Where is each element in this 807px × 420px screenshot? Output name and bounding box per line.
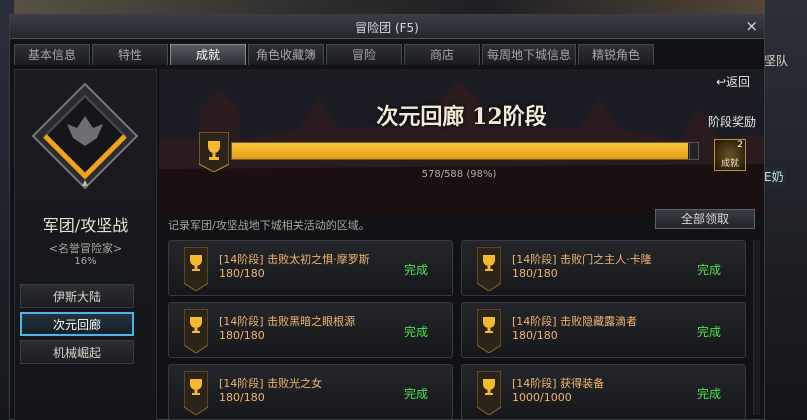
achievement-card[interactable]: [14阶段] 击败隐藏露滴者 180/180 完成	[461, 302, 746, 358]
achievement-status: 完成	[697, 325, 722, 339]
achievement-scrollbar[interactable]	[753, 240, 760, 415]
achievement-progress: 1000/1000	[512, 391, 572, 404]
achievement-title: [14阶段] 击败黑暗之眼根源	[219, 315, 356, 328]
category-name: 军团/攻坚战	[42, 216, 129, 235]
window-title: 冒险团 (F5)	[355, 21, 419, 35]
progress-bar-end	[689, 142, 699, 160]
achievement-card[interactable]: [14阶段] 击败光之女 180/180 完成	[168, 364, 453, 420]
back-button[interactable]: ↩返回	[716, 73, 750, 90]
achievement-badge-icon	[477, 371, 501, 415]
title-bar[interactable]: 冒险团 (F5) ×	[10, 15, 764, 39]
tab-weekly-dungeon[interactable]: 每周地下城信息	[482, 44, 577, 65]
tab-bar: 基本信息 特性 成就 角色收藏簿 冒险 商店 每周地下城信息 精锐角色	[14, 44, 655, 66]
achievement-badge-icon	[184, 247, 208, 291]
achievement-title: [14阶段] 击败门之主人·卡隆	[512, 253, 652, 266]
background-text: E奶	[762, 168, 786, 185]
achievement-card[interactable]: [14阶段] 击败门之主人·卡隆 180/180 完成	[461, 240, 746, 296]
tab-elite-character[interactable]: 精锐角色	[578, 44, 655, 65]
stage-reward-label: 阶段奖励	[707, 115, 756, 129]
stage-title: 次元回廊 12阶段	[376, 104, 547, 130]
description-text: 记录军团/攻坚战地下城相关活动的区域。	[168, 219, 370, 232]
achievement-card[interactable]: [14阶段] 击败黑暗之眼根源 180/180 完成	[168, 302, 453, 358]
achievement-badge-icon	[477, 247, 501, 291]
achievement-card[interactable]: [14阶段] 获得装备 1000/1000 完成	[461, 364, 746, 420]
achievement-status: 完成	[404, 325, 429, 339]
adventure-team-window: 冒险团 (F5) × 基本信息 特性 成就 角色收藏簿 冒险 商店 每周地下城信…	[9, 14, 765, 420]
tab-traits[interactable]: 特性	[92, 44, 168, 65]
screen: 坚队 E奶 冒险团 (F5) × 基本信息 特性 成就 角色收藏簿 冒险 商店 …	[0, 0, 807, 420]
background-scene-top	[0, 0, 807, 14]
achievement-status: 完成	[697, 263, 722, 277]
stage-reward-box[interactable]: 2 成就	[714, 139, 746, 171]
achievement-status: 完成	[404, 263, 429, 277]
achievement-progress: 180/180	[219, 391, 265, 404]
tab-adventure[interactable]: 冒险	[326, 44, 402, 65]
tab-basic-info[interactable]: 基本信息	[14, 44, 90, 65]
achievement-panel: ↩返回 次元回廊 12阶段 阶段奖励 2 成就 578/588 (98%) 记录…	[159, 69, 764, 420]
achievement-title: [14阶段] 击败太初之惧·摩罗斯	[219, 253, 370, 266]
sub-category-menu: 伊斯大陆 次元回廊 机械崛起	[20, 284, 134, 368]
category-sidebar: 军团/攻坚战 <名誉冒险家> 16% 伊斯大陆 次元回廊 机械崛起	[14, 69, 157, 420]
tab-shop[interactable]: 商店	[404, 44, 480, 65]
achievement-progress: 180/180	[219, 267, 265, 280]
claim-all-button[interactable]: 全部领取	[655, 209, 755, 229]
trophy-icon	[199, 132, 229, 172]
achievement-progress: 180/180	[512, 267, 558, 280]
achievement-status: 完成	[697, 387, 722, 401]
stage-progress-fill	[232, 143, 689, 159]
category-rank: <名誉冒险家>	[48, 242, 123, 255]
sub-category-isys[interactable]: 伊斯大陆	[20, 284, 134, 308]
achievement-badge-icon	[184, 309, 208, 353]
category-percent: 16%	[74, 256, 97, 267]
tab-character-collection[interactable]: 角色收藏簿	[248, 44, 324, 65]
achievement-title: [14阶段] 击败光之女	[219, 377, 323, 390]
legion-emblem-icon	[31, 82, 139, 190]
achievement-badge-icon	[477, 309, 501, 353]
sub-category-machine-rise[interactable]: 机械崛起	[20, 340, 134, 364]
achievement-progress: 180/180	[219, 329, 265, 342]
achievement-status: 完成	[404, 387, 429, 401]
tab-achievements[interactable]: 成就	[170, 44, 246, 65]
stage-progress-bar	[231, 142, 697, 160]
background-text: 坚队	[764, 54, 789, 68]
achievement-title: [14阶段] 获得装备	[512, 377, 605, 390]
close-button[interactable]: ×	[745, 17, 758, 35]
achievement-progress: 180/180	[512, 329, 558, 342]
reward-box-label: 成就	[720, 159, 739, 169]
sub-category-dimension-corridor[interactable]: 次元回廊	[20, 312, 134, 336]
achievement-badge-icon	[184, 371, 208, 415]
stage-progress-text: 578/588 (98%)	[421, 169, 497, 180]
reward-count: 2	[737, 140, 743, 150]
stage-banner: ↩返回 次元回廊 12阶段 阶段奖励 2 成就 578/588 (98%)	[159, 69, 764, 214]
achievement-card[interactable]: [14阶段] 击败太初之惧·摩罗斯 180/180 完成	[168, 240, 453, 296]
achievement-title: [14阶段] 击败隐藏露滴者	[512, 315, 638, 328]
